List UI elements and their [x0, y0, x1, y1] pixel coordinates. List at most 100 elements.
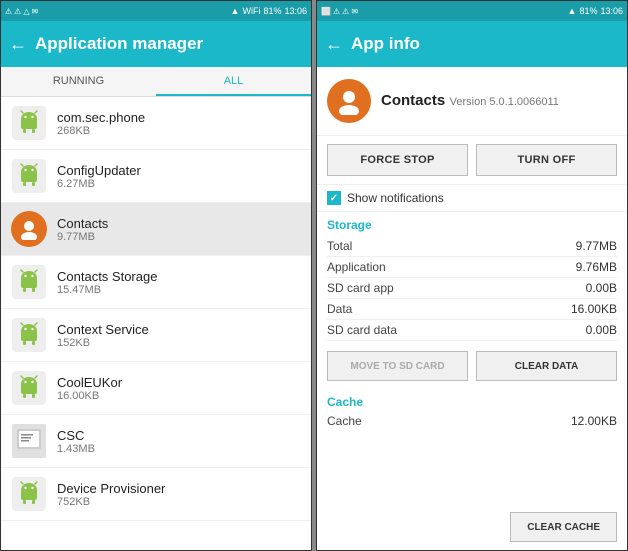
turn-off-button[interactable]: TURN OFF — [476, 144, 617, 176]
storage-label-sdcarddata: SD card data — [327, 323, 397, 337]
tab-running[interactable]: RUNNING — [1, 67, 156, 96]
battery-level: 81% — [263, 6, 281, 16]
storage-value-total: 9.77MB — [576, 239, 617, 253]
app-icon-configupdater — [11, 158, 47, 194]
wifi-icon: WiFi — [242, 6, 260, 16]
app-detail-version: Version 5.0.1.0066011 — [450, 96, 559, 108]
app-icon-deviceprovisioner — [11, 476, 47, 512]
app-info-contactsstorage: Contacts Storage 15.47MB — [57, 269, 157, 296]
storage-value-application: 9.76MB — [576, 260, 617, 274]
storage-row-data: Data 16.00KB — [327, 299, 617, 320]
app-icon-comsecphone — [11, 105, 47, 141]
app-name: Device Provisioner — [57, 481, 165, 496]
back-button-right[interactable]: ← — [325, 34, 343, 55]
left-phone: ⚠ ⚠ △ ✉ ▲ WiFi 81% 13:06 ← Application m… — [0, 0, 312, 551]
time-right: 13:06 — [600, 6, 623, 16]
right-panel-title: App info — [351, 34, 619, 54]
app-size: 152KB — [57, 337, 149, 349]
left-panel-title: Application manager — [35, 34, 303, 54]
storage-label-data: Data — [327, 302, 352, 316]
back-button-left[interactable]: ← — [9, 34, 27, 55]
mail-icon-r: ✉ — [351, 7, 358, 16]
storage-row-application: Application 9.76MB — [327, 257, 617, 278]
app-icon-cooleukor — [11, 370, 47, 406]
warning-icon-1: ⚠ — [5, 7, 12, 16]
app-name: CSC — [57, 428, 95, 443]
cache-label: Cache — [327, 414, 362, 428]
list-item-contacts-selected[interactable]: Contacts 9.77MB — [1, 203, 311, 256]
storage-value-sdcarddata: 0.00B — [586, 323, 617, 337]
list-item[interactable]: Context Service 152KB — [1, 309, 311, 362]
storage-section-header: Storage — [317, 212, 627, 234]
cache-action-buttons: CLEAR CACHE — [317, 504, 627, 550]
storage-row-total: Total 9.77MB — [327, 236, 617, 257]
app-detail-name: Contacts — [381, 92, 445, 109]
storage-row-sdcardapp: SD card app 0.00B — [327, 278, 617, 299]
time-left: 13:06 — [284, 6, 307, 16]
right-header: ← App info — [317, 21, 627, 67]
right-phone: ⬜ ⚠ ⚠ ✉ ▲ 81% 13:06 ← App info — [316, 0, 628, 551]
app-info-contacts: Contacts 9.77MB — [57, 216, 108, 243]
notifications-row: Show notifications — [317, 185, 627, 212]
cache-value: 12.00KB — [571, 414, 617, 428]
left-header: ← Application manager — [1, 21, 311, 67]
notifications-checkbox[interactable] — [327, 191, 341, 205]
app-size: 752KB — [57, 496, 165, 508]
status-bar-right-left-icons: ⬜ ⚠ ⚠ ✉ — [321, 7, 358, 16]
clear-cache-button[interactable]: CLEAR CACHE — [510, 512, 617, 542]
app-info-csc: CSC 1.43MB — [57, 428, 95, 455]
list-item[interactable]: Contacts Storage 15.47MB — [1, 256, 311, 309]
status-bar-left: ⚠ ⚠ △ ✉ ▲ WiFi 81% 13:06 — [1, 1, 311, 21]
list-item[interactable]: com.sec.phone 268KB — [1, 97, 311, 150]
app-info-detail-panel: Contacts Version 5.0.1.0066011 FORCE STO… — [317, 67, 627, 550]
storage-table: Total 9.77MB Application 9.76MB SD card … — [317, 234, 627, 343]
storage-action-buttons: MOVE TO SD CARD CLEAR DATA — [317, 343, 627, 389]
clear-data-button[interactable]: CLEAR DATA — [476, 351, 617, 381]
move-to-sd-card-button[interactable]: MOVE TO SD CARD — [327, 351, 468, 381]
status-bar-left-icons: ⚠ ⚠ △ ✉ — [5, 7, 38, 16]
app-icon-csc — [11, 423, 47, 459]
status-bar-right-info: ▲ 81% 13:06 — [568, 6, 623, 16]
cache-section: Cache Cache 12.00KB CLEAR CACHE — [317, 389, 627, 550]
list-item[interactable]: Device Provisioner 752KB — [1, 468, 311, 521]
app-icon-contacts — [11, 211, 47, 247]
app-detail-header: Contacts Version 5.0.1.0066011 — [317, 67, 627, 136]
storage-row-sdcarddata: SD card data 0.00B — [327, 320, 617, 341]
warning-icon-r2: ⚠ — [342, 7, 349, 16]
app-size: 16.00KB — [57, 390, 122, 402]
notifications-label: Show notifications — [347, 191, 444, 205]
app-name: Contacts — [57, 216, 108, 231]
app-name: ConfigUpdater — [57, 163, 141, 178]
storage-label-total: Total — [327, 239, 352, 253]
warning-icon-r1: ⚠ — [333, 7, 340, 16]
app-detail-info: Contacts Version 5.0.1.0066011 — [381, 92, 559, 110]
list-item[interactable]: CoolEUKor 16.00KB — [1, 362, 311, 415]
app-info-contextservice: Context Service 152KB — [57, 322, 149, 349]
force-stop-button[interactable]: FORCE STOP — [327, 144, 468, 176]
app-list: com.sec.phone 268KB — [1, 97, 311, 550]
contact-app-icon — [327, 79, 371, 123]
app-info-configupdater: ConfigUpdater 6.27MB — [57, 163, 141, 190]
app-name: CoolEUKor — [57, 375, 122, 390]
app-info-comsecphone: com.sec.phone 268KB — [57, 110, 145, 137]
storage-value-data: 16.00KB — [571, 302, 617, 316]
app-size: 1.43MB — [57, 443, 95, 455]
tab-all[interactable]: ALL — [156, 67, 311, 96]
triangle-icon: △ — [23, 7, 29, 16]
signal-icon-r: ▲ — [568, 6, 577, 16]
list-item[interactable]: ConfigUpdater 6.27MB — [1, 150, 311, 203]
cache-section-header: Cache — [317, 389, 627, 411]
list-item[interactable]: CSC 1.43MB — [1, 415, 311, 468]
app-icon-contactsstorage — [11, 264, 47, 300]
tabs-bar: RUNNING ALL — [1, 67, 311, 97]
app-name: Contacts Storage — [57, 269, 157, 284]
storage-section: Storage Total 9.77MB Application 9.76MB … — [317, 212, 627, 389]
mail-icon: ✉ — [32, 7, 39, 16]
app-size: 9.77MB — [57, 231, 108, 243]
app-size: 15.47MB — [57, 284, 157, 296]
status-bar-right: ⬜ ⚠ ⚠ ✉ ▲ 81% 13:06 — [317, 1, 627, 21]
app-name: com.sec.phone — [57, 110, 145, 125]
app-info-cooleukor: CoolEUKor 16.00KB — [57, 375, 122, 402]
app-name: Context Service — [57, 322, 149, 337]
signal-icon: ▲ — [231, 6, 240, 16]
